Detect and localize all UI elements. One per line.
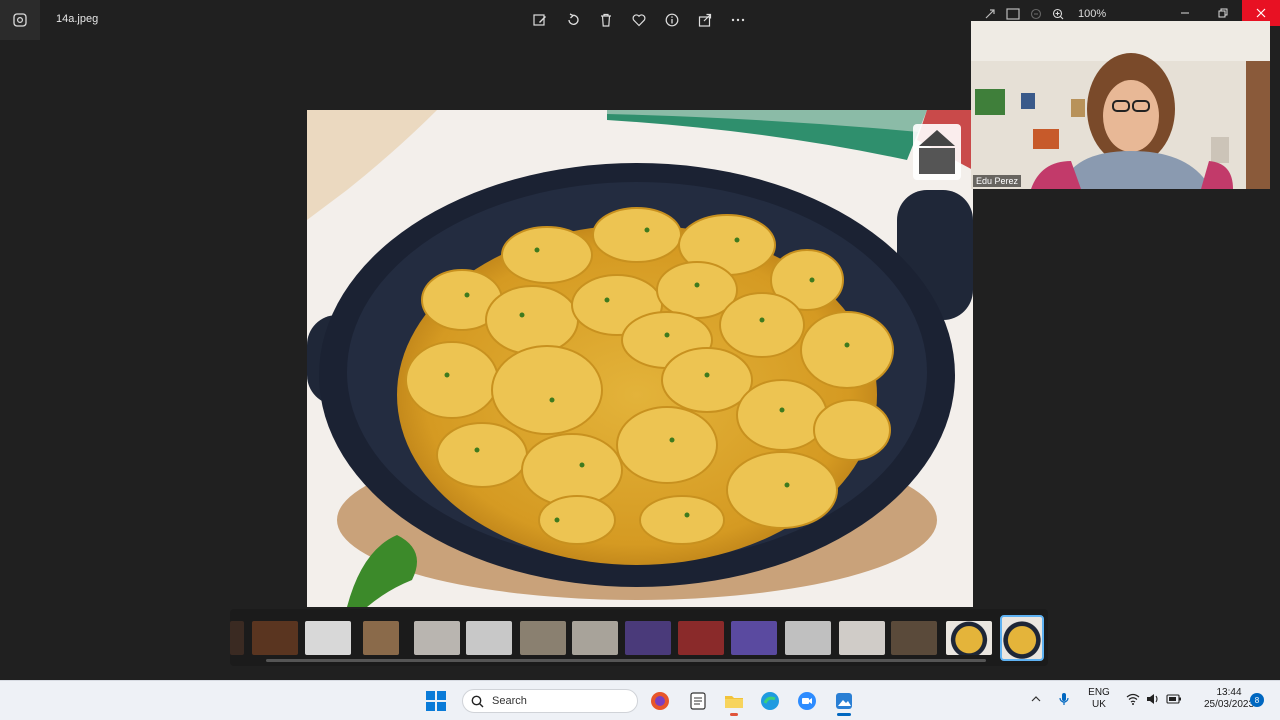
share-icon bbox=[698, 13, 712, 27]
system-tray: ENG UK 13:44 25/03/2023 bbox=[1030, 687, 1256, 711]
clock[interactable]: 13:44 25/03/2023 bbox=[1202, 687, 1256, 711]
thumbnail[interactable] bbox=[572, 621, 618, 655]
edit-image-button[interactable] bbox=[528, 8, 552, 32]
main-photo bbox=[307, 110, 973, 607]
zoom-taskbar-button[interactable] bbox=[791, 685, 823, 717]
photos-taskbar-button[interactable] bbox=[828, 685, 860, 717]
thumbnail[interactable] bbox=[785, 621, 831, 655]
delete-button[interactable] bbox=[594, 8, 618, 32]
minimize-icon bbox=[1181, 12, 1189, 14]
thumbnail[interactable] bbox=[891, 621, 937, 655]
favorite-button[interactable] bbox=[627, 8, 651, 32]
notepad-icon bbox=[690, 692, 706, 710]
favorite-icon bbox=[632, 14, 646, 27]
firefox-taskbar-button[interactable] bbox=[644, 685, 676, 717]
clock-time: 13:44 bbox=[1216, 687, 1242, 698]
firefox-icon bbox=[651, 692, 669, 710]
language-code: ENG bbox=[1088, 687, 1110, 698]
chevron-up-icon[interactable] bbox=[1030, 693, 1042, 705]
rotate-button[interactable] bbox=[561, 8, 585, 32]
photos-app-icon[interactable] bbox=[0, 0, 40, 40]
video-call-tile[interactable]: Edu Perez bbox=[971, 21, 1270, 189]
folder-icon bbox=[725, 696, 743, 708]
thumbnail[interactable] bbox=[625, 621, 671, 655]
edge-icon bbox=[761, 692, 779, 710]
edge-taskbar-button[interactable] bbox=[754, 685, 786, 717]
windows-taskbar: Search ENG UK 13:44 25/03/2023 bbox=[0, 680, 1280, 720]
photos-icon bbox=[836, 693, 852, 709]
close-icon bbox=[1256, 8, 1266, 18]
fullscreen-icon[interactable] bbox=[1006, 8, 1020, 20]
thumbnail-selected[interactable] bbox=[1000, 615, 1044, 661]
filmstrip-scrollbar[interactable] bbox=[266, 659, 986, 662]
thumbnail[interactable] bbox=[414, 621, 460, 655]
file-explorer-taskbar-button[interactable] bbox=[718, 685, 750, 717]
thumbnail[interactable] bbox=[946, 621, 992, 655]
thumbnail[interactable] bbox=[363, 621, 399, 655]
notification-badge[interactable]: 8 bbox=[1250, 693, 1264, 707]
wifi-icon[interactable] bbox=[1126, 693, 1140, 705]
photos-app-window: 14a.jpeg 100% Edu Perez bbox=[0, 0, 1280, 680]
notepad-taskbar-button[interactable] bbox=[682, 685, 714, 717]
zoom-app-icon bbox=[798, 692, 816, 710]
battery-icon[interactable] bbox=[1166, 694, 1182, 704]
delete-icon bbox=[601, 13, 611, 27]
microphone-icon[interactable] bbox=[1058, 692, 1070, 706]
view-tools: 100% bbox=[984, 8, 1106, 20]
thumbnail[interactable] bbox=[731, 621, 777, 655]
thumbnail[interactable] bbox=[839, 621, 885, 655]
info-icon bbox=[665, 13, 679, 27]
keyboard-region: UK bbox=[1092, 699, 1106, 710]
active-indicator bbox=[837, 713, 851, 716]
info-button[interactable] bbox=[660, 8, 684, 32]
zoom-out-icon[interactable] bbox=[1030, 8, 1042, 20]
expand-icon[interactable] bbox=[984, 8, 996, 20]
image-toolbar bbox=[528, 8, 750, 32]
zoom-level[interactable]: 100% bbox=[1078, 8, 1106, 20]
zoom-in-icon[interactable] bbox=[1052, 8, 1064, 20]
file-name-title: 14a.jpeg bbox=[56, 13, 99, 25]
thumbnail[interactable] bbox=[252, 621, 298, 655]
windows-logo-icon bbox=[426, 691, 446, 711]
clock-date: 25/03/2023 bbox=[1203, 699, 1255, 710]
thumbnail[interactable] bbox=[305, 621, 351, 655]
rotate-icon bbox=[568, 13, 579, 25]
thumbnail[interactable] bbox=[520, 621, 566, 655]
filmstrip bbox=[230, 609, 1048, 666]
more-icon bbox=[731, 18, 745, 22]
thumbnail[interactable] bbox=[466, 621, 512, 655]
active-indicator bbox=[730, 713, 738, 716]
language-indicator[interactable]: ENG UK bbox=[1084, 687, 1114, 711]
thumbnail[interactable] bbox=[230, 621, 244, 655]
edit-image-icon bbox=[533, 14, 546, 26]
search-label: Search bbox=[492, 695, 527, 707]
thumbnail[interactable] bbox=[678, 621, 724, 655]
participant-name-label: Edu Perez bbox=[973, 175, 1022, 187]
taskbar-search[interactable]: Search bbox=[462, 689, 638, 713]
more-options-button[interactable] bbox=[726, 8, 750, 32]
start-button[interactable] bbox=[420, 685, 452, 717]
search-icon bbox=[471, 695, 484, 707]
share-button[interactable] bbox=[693, 8, 717, 32]
restore-icon bbox=[1218, 8, 1228, 18]
volume-icon[interactable] bbox=[1146, 693, 1160, 705]
